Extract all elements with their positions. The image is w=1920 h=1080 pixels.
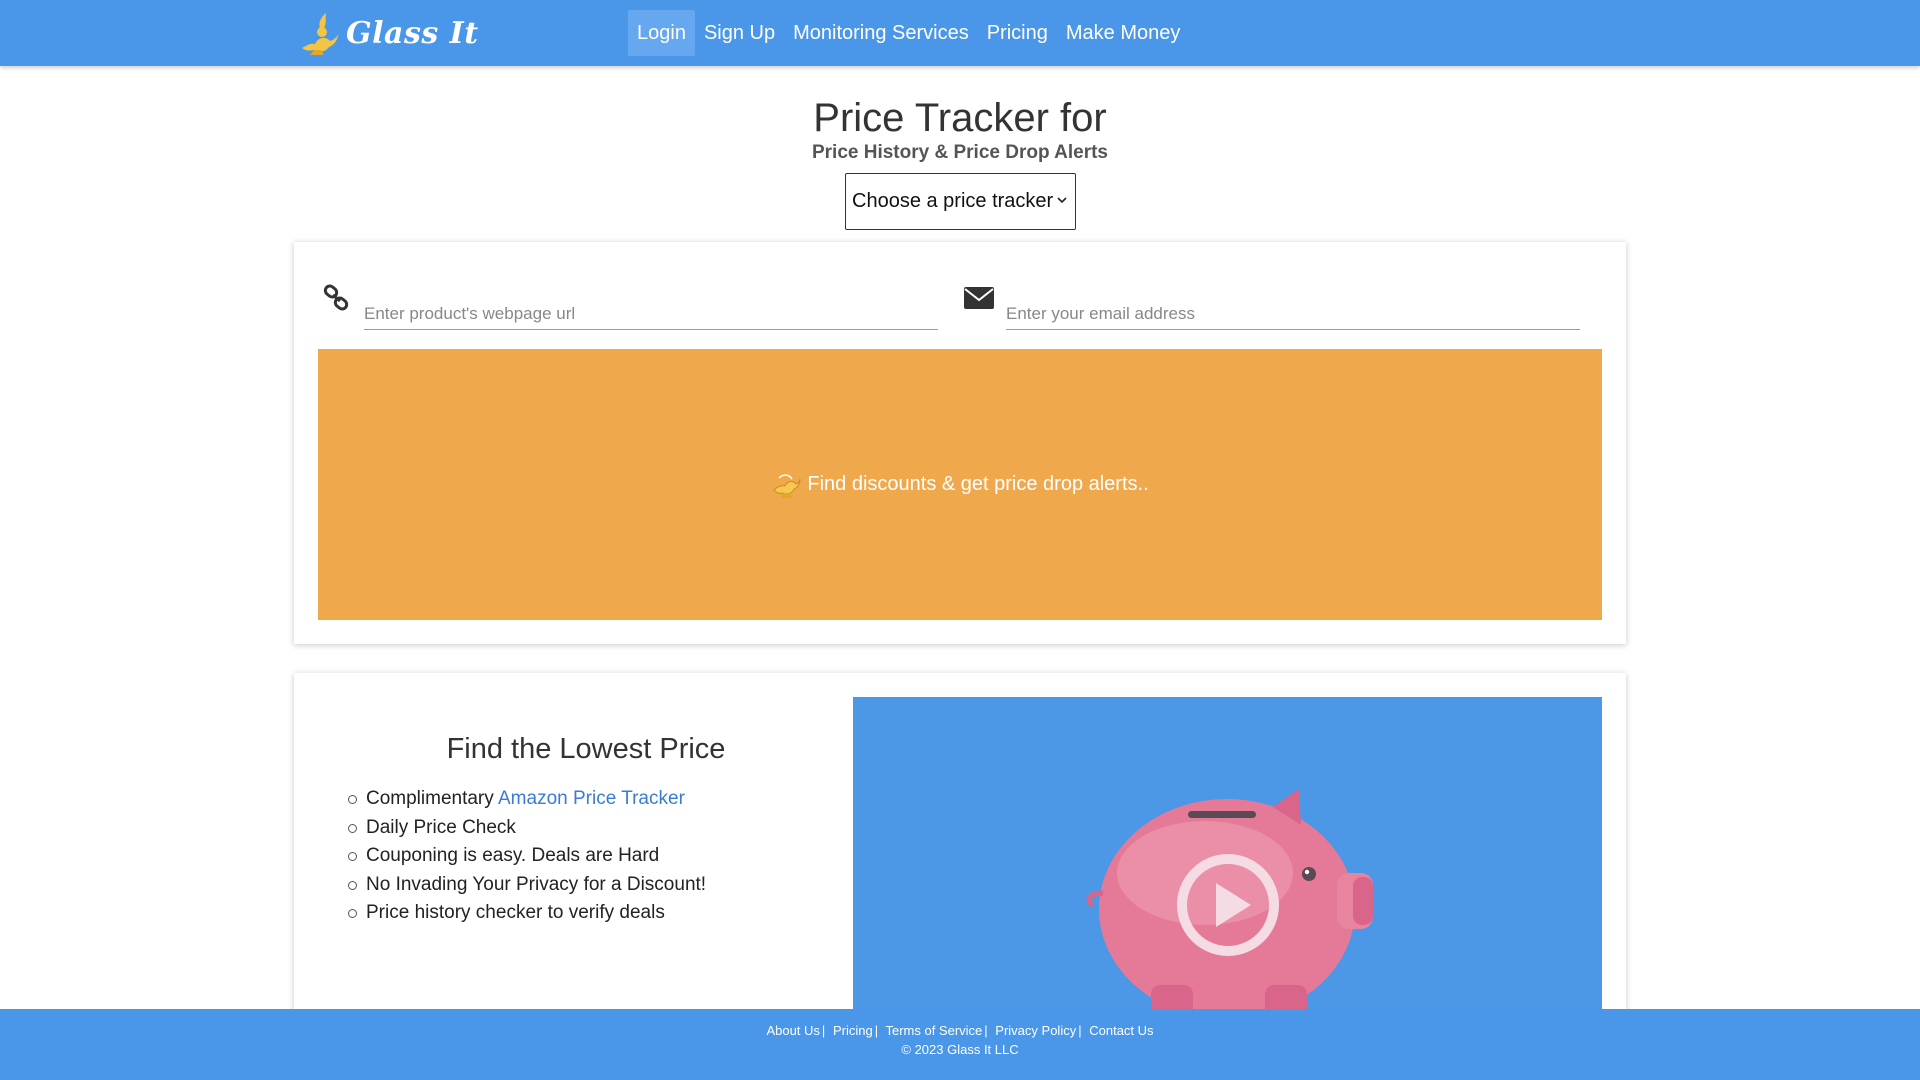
- tracker-form-card: Find discounts & get price drop alerts..: [294, 242, 1626, 644]
- feature-text: Daily Price Check: [366, 816, 516, 838]
- feature-text: Couponing is easy. Deals are Hard: [366, 845, 660, 866]
- play-icon: [1177, 854, 1279, 956]
- footer-privacy-link[interactable]: Privacy Policy: [995, 1023, 1076, 1038]
- footer-about-link[interactable]: About Us: [766, 1023, 819, 1038]
- price-tracker-select-value: Choose a price tracker: [852, 190, 1054, 212]
- feature-text: Complimentary: [366, 788, 498, 809]
- footer-pricing-link[interactable]: Pricing: [833, 1023, 873, 1038]
- footer-separator: |: [984, 1023, 988, 1038]
- footer-links: About Us | Pricing | Terms of Service | Pri…: [0, 1023, 1920, 1038]
- features-title: Find the Lowest Price: [446, 733, 726, 765]
- nav-make-money-link[interactable]: Make Money: [1057, 10, 1190, 56]
- footer-separator: |: [1078, 1023, 1082, 1038]
- feature-item: Price history checker to verify deals: [348, 899, 706, 928]
- lamp-icon: [773, 473, 801, 498]
- feature-text: Price history checker to verify deals: [366, 902, 665, 923]
- amazon-price-tracker-link[interactable]: Amazon Price Tracker: [498, 788, 685, 809]
- url-field-group: [322, 280, 938, 332]
- brand-name: Glass It: [346, 15, 479, 51]
- link-icon: [323, 284, 349, 311]
- features-list: Complimentary Amazon Price Tracker Daily…: [348, 785, 706, 928]
- feature-text: No Invading Your Privacy for a Discount!: [366, 873, 707, 895]
- feature-item: No Invading Your Privacy for a Discount!: [348, 871, 706, 900]
- brand-logo-link[interactable]: Glass It: [296, 10, 479, 56]
- footer-separator: |: [821, 1023, 826, 1038]
- footer-contact-link[interactable]: Contact Us: [1089, 1023, 1153, 1038]
- feature-item: Couponing is easy. Deals are Hard: [348, 842, 706, 871]
- nav-pricing-link[interactable]: Pricing: [978, 10, 1057, 56]
- footer-terms-link[interactable]: Terms of Service: [885, 1023, 982, 1038]
- feature-item: Complimentary Amazon Price Tracker: [348, 785, 706, 814]
- envelope-icon: [964, 287, 994, 309]
- page-title: Price Tracker for: [813, 96, 1107, 140]
- page-subtitle: Price History & Price Drop Alerts: [811, 142, 1108, 163]
- price-tracker-select[interactable]: Choose a price tracker: [845, 173, 1076, 230]
- nav-login-link[interactable]: Login: [628, 10, 695, 56]
- email-field-group: [964, 280, 1580, 332]
- nav-links: Login Sign Up Monitoring Services Pricin…: [628, 10, 1189, 56]
- nav-monitoring-services-link[interactable]: Monitoring Services: [784, 10, 978, 56]
- product-url-input[interactable]: [364, 280, 938, 330]
- footer-separator: |: [874, 1023, 879, 1038]
- feature-item: Daily Price Check: [348, 814, 706, 843]
- genie-lamp-icon: [302, 13, 338, 55]
- footer-copyright: © 2023 Glass It LLC: [901, 1042, 1019, 1057]
- nav-signup-link[interactable]: Sign Up: [695, 10, 784, 56]
- email-input[interactable]: [1006, 280, 1580, 330]
- find-discounts-button[interactable]: Find discounts & get price drop alerts..: [318, 349, 1602, 620]
- top-navbar: Glass It Login Sign Up Monitoring Servic…: [0, 0, 1920, 66]
- site-footer: About Us | Pricing | Terms of Service | Pri…: [0, 1009, 1920, 1080]
- find-discounts-label: Find discounts & get price drop alerts..: [807, 473, 1149, 495]
- chevron-down-icon: [1057, 197, 1067, 204]
